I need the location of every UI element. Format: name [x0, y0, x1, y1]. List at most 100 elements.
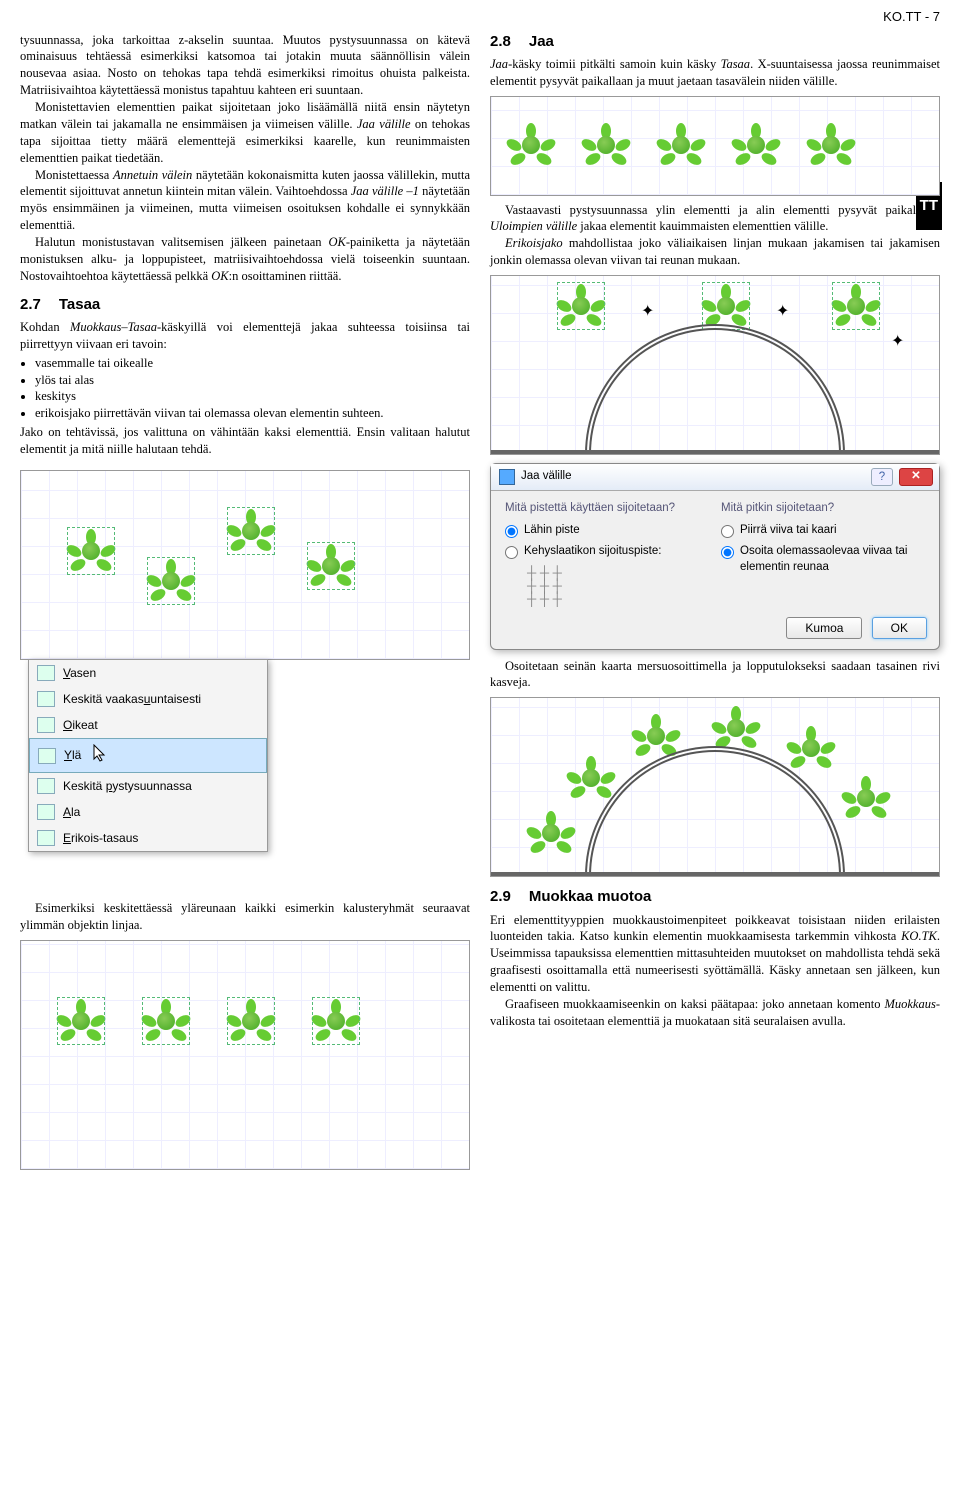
align-right-icon [37, 717, 55, 733]
text: Vastaavasti pystysuunnassa ylin elementt… [505, 203, 940, 217]
right-column: TT 2.8Jaa Jaa-käsky toimii pitkälti samo… [490, 32, 940, 1176]
text: Halutun monistustavan valitsemisen jälke… [35, 235, 328, 249]
radio-label: Lähin piste [524, 523, 580, 539]
text: Monistettaessa [35, 168, 113, 182]
align-left-icon [37, 665, 55, 681]
radio-lahin[interactable] [505, 525, 518, 538]
option-osoita[interactable]: Osoita olemassaolevaa viivaa tai element… [721, 544, 925, 575]
cursor-icon [93, 744, 107, 766]
radio-kehys[interactable] [505, 546, 518, 559]
cancel-button[interactable]: Kumoa [786, 617, 862, 639]
group-label: Mitä pistettä käyttäen sijoitetaan? [505, 501, 709, 517]
bullet-list: vasemmalle tai oikealle ylös tai alas ke… [35, 355, 470, 423]
text-italic: Muokkaus [884, 997, 935, 1011]
menu-item-erikois[interactable]: Erikois-tasaus [29, 825, 267, 851]
text-italic: OK [211, 269, 228, 283]
section-title: Jaa [529, 33, 554, 50]
marker-icon: ✦ [891, 331, 904, 353]
menu-label: Oikeat [63, 717, 98, 733]
menu-item-keskita-pysty[interactable]: Keskitä pystysuunnassa [29, 773, 267, 799]
menu-label: Vasen [63, 665, 96, 681]
radio-osoita[interactable] [721, 546, 734, 559]
marker-icon: ✦ [776, 301, 789, 323]
text-italic: Muokkaus–Tasaa [70, 320, 157, 334]
para-right-5: Eri elementtityyppien muokkaustoimenpite… [490, 912, 940, 996]
page-header: KO.TT - 7 [20, 8, 940, 26]
help-button[interactable]: ? [871, 468, 893, 486]
radio-label: Piirrä viiva tai kaari [740, 523, 837, 539]
align-vcenter-icon [37, 778, 55, 794]
list-item: vasemmalle tai oikealle [35, 355, 470, 372]
para-right-1: Jaa-käsky toimii pitkälti samoin kuin kä… [490, 56, 940, 90]
align-top-icon [38, 748, 56, 764]
menu-label: Erikois-tasaus [63, 830, 138, 846]
menu-label: Ala [63, 804, 80, 820]
dialog-title-text: Jaa välille [521, 469, 572, 485]
section-title: Muokkaa muotoa [529, 888, 652, 905]
text: jakaa elementit kauimmaisten elementtien… [577, 219, 828, 233]
section-2-8-heading: 2.8Jaa [490, 32, 940, 52]
figure-arch-after [490, 697, 940, 877]
text: Kohdan [20, 320, 70, 334]
list-item: ylös tai alas [35, 372, 470, 389]
figure-arch-before: ✦ ✦ ✦ [490, 275, 940, 455]
anchor-grid-icon: ┼ ┼ ┼┼ ┼ ┼┼ ┼ ┼ [527, 566, 709, 605]
para-left-2: Monistettavien elementtien paikat sijoit… [20, 99, 470, 167]
text: Graafiseen muokkaamiseenkin on kaksi pää… [505, 997, 884, 1011]
para-left-1: tysuunnassa, joka tarkoittaa z-akselin s… [20, 32, 470, 100]
figure-jaa-horizontal [490, 96, 940, 196]
align-hcenter-icon [37, 691, 55, 707]
menu-label: Keskitä pystysuunnassa [63, 778, 192, 794]
option-kehyslaatikko[interactable]: Kehyslaatikon sijoituspiste: [505, 544, 709, 560]
figure-tasaa-menu: Vasen Keskitä vaakasuuntaisesti Oikeat Y… [20, 464, 470, 894]
menu-item-yla[interactable]: Ylä [29, 738, 267, 772]
list-item: erikoisjako piirrettävän viivan tai olem… [35, 405, 470, 422]
menu-label: Keskitä vaakasuuntaisesti [63, 691, 201, 707]
section-title: Tasaa [59, 296, 100, 313]
menu-item-vasen[interactable]: Vasen [29, 660, 267, 686]
text-italic: Jaa välille [357, 117, 411, 131]
para-left-6: Jako on tehtävissä, jos valittuna on väh… [20, 424, 470, 458]
para-right-2: Vastaavasti pystysuunnassa ylin elementt… [490, 202, 940, 236]
option-piirra[interactable]: Piirrä viiva tai kaari [721, 523, 925, 539]
section-num: 2.7 [20, 296, 41, 313]
ok-button[interactable]: OK [872, 617, 927, 639]
list-item: keskitys [35, 388, 470, 405]
radio-label: Osoita olemassaolevaa viivaa tai element… [740, 544, 925, 575]
section-num: 2.9 [490, 888, 511, 905]
text-italic: Erikoisjako [505, 236, 563, 250]
radio-piirra[interactable] [721, 525, 734, 538]
para-left-3: Monistettaessa Annetuin välein näytetään… [20, 167, 470, 235]
menu-item-ala[interactable]: Ala [29, 799, 267, 825]
radio-label: Kehyslaatikon sijoituspiste: [524, 544, 661, 560]
marker-icon: ✦ [641, 301, 654, 323]
align-bottom-icon [37, 804, 55, 820]
option-lahin-piste[interactable]: Lähin piste [505, 523, 709, 539]
menu-label: Ylä [64, 747, 81, 763]
para-right-6: Graafiseen muokkaamiseenkin on kaksi pää… [490, 996, 940, 1030]
text-italic: OK [328, 235, 345, 249]
section-2-7-heading: 2.7 Tasaa [20, 295, 470, 315]
dialog-titlebar: Jaa välille ? ✕ [491, 464, 939, 491]
para-right-4: Osoitetaan seinän kaarta mersuosoittimel… [490, 658, 940, 692]
context-menu-tasaa: Vasen Keskitä vaakasuuntaisesti Oikeat Y… [28, 659, 268, 852]
figure-tasaa-result [20, 940, 470, 1170]
align-special-icon [37, 830, 55, 846]
text-italic: Tasaa [721, 57, 750, 71]
dialog-icon [499, 469, 515, 485]
text-italic: Annetuin välein [113, 168, 192, 182]
dialog-jaa-valille: Jaa välille ? ✕ Mitä pistettä käyttäen s… [490, 463, 940, 650]
text-italic: Jaa välille –1 [351, 184, 419, 198]
menu-item-keskita-vaaka[interactable]: Keskitä vaakasuuntaisesti [29, 686, 267, 712]
close-button[interactable]: ✕ [899, 468, 933, 486]
menu-item-oikeat[interactable]: Oikeat [29, 712, 267, 738]
para-left-5: Kohdan Muokkaus–Tasaa-käskyillä voi elem… [20, 319, 470, 353]
text-italic: KO.TK [901, 929, 937, 943]
section-2-9-heading: 2.9 Muokkaa muotoa [490, 887, 940, 907]
para-left-4: Halutun monistustavan valitsemisen jälke… [20, 234, 470, 285]
text-italic: Jaa [490, 57, 508, 71]
text: :n osoittaminen riittää. [229, 269, 342, 283]
arch-wall [585, 324, 845, 454]
left-column: tysuunnassa, joka tarkoittaa z-akselin s… [20, 32, 470, 1176]
text: -käsky toimii pitkälti samoin kuin käsky [508, 57, 721, 71]
